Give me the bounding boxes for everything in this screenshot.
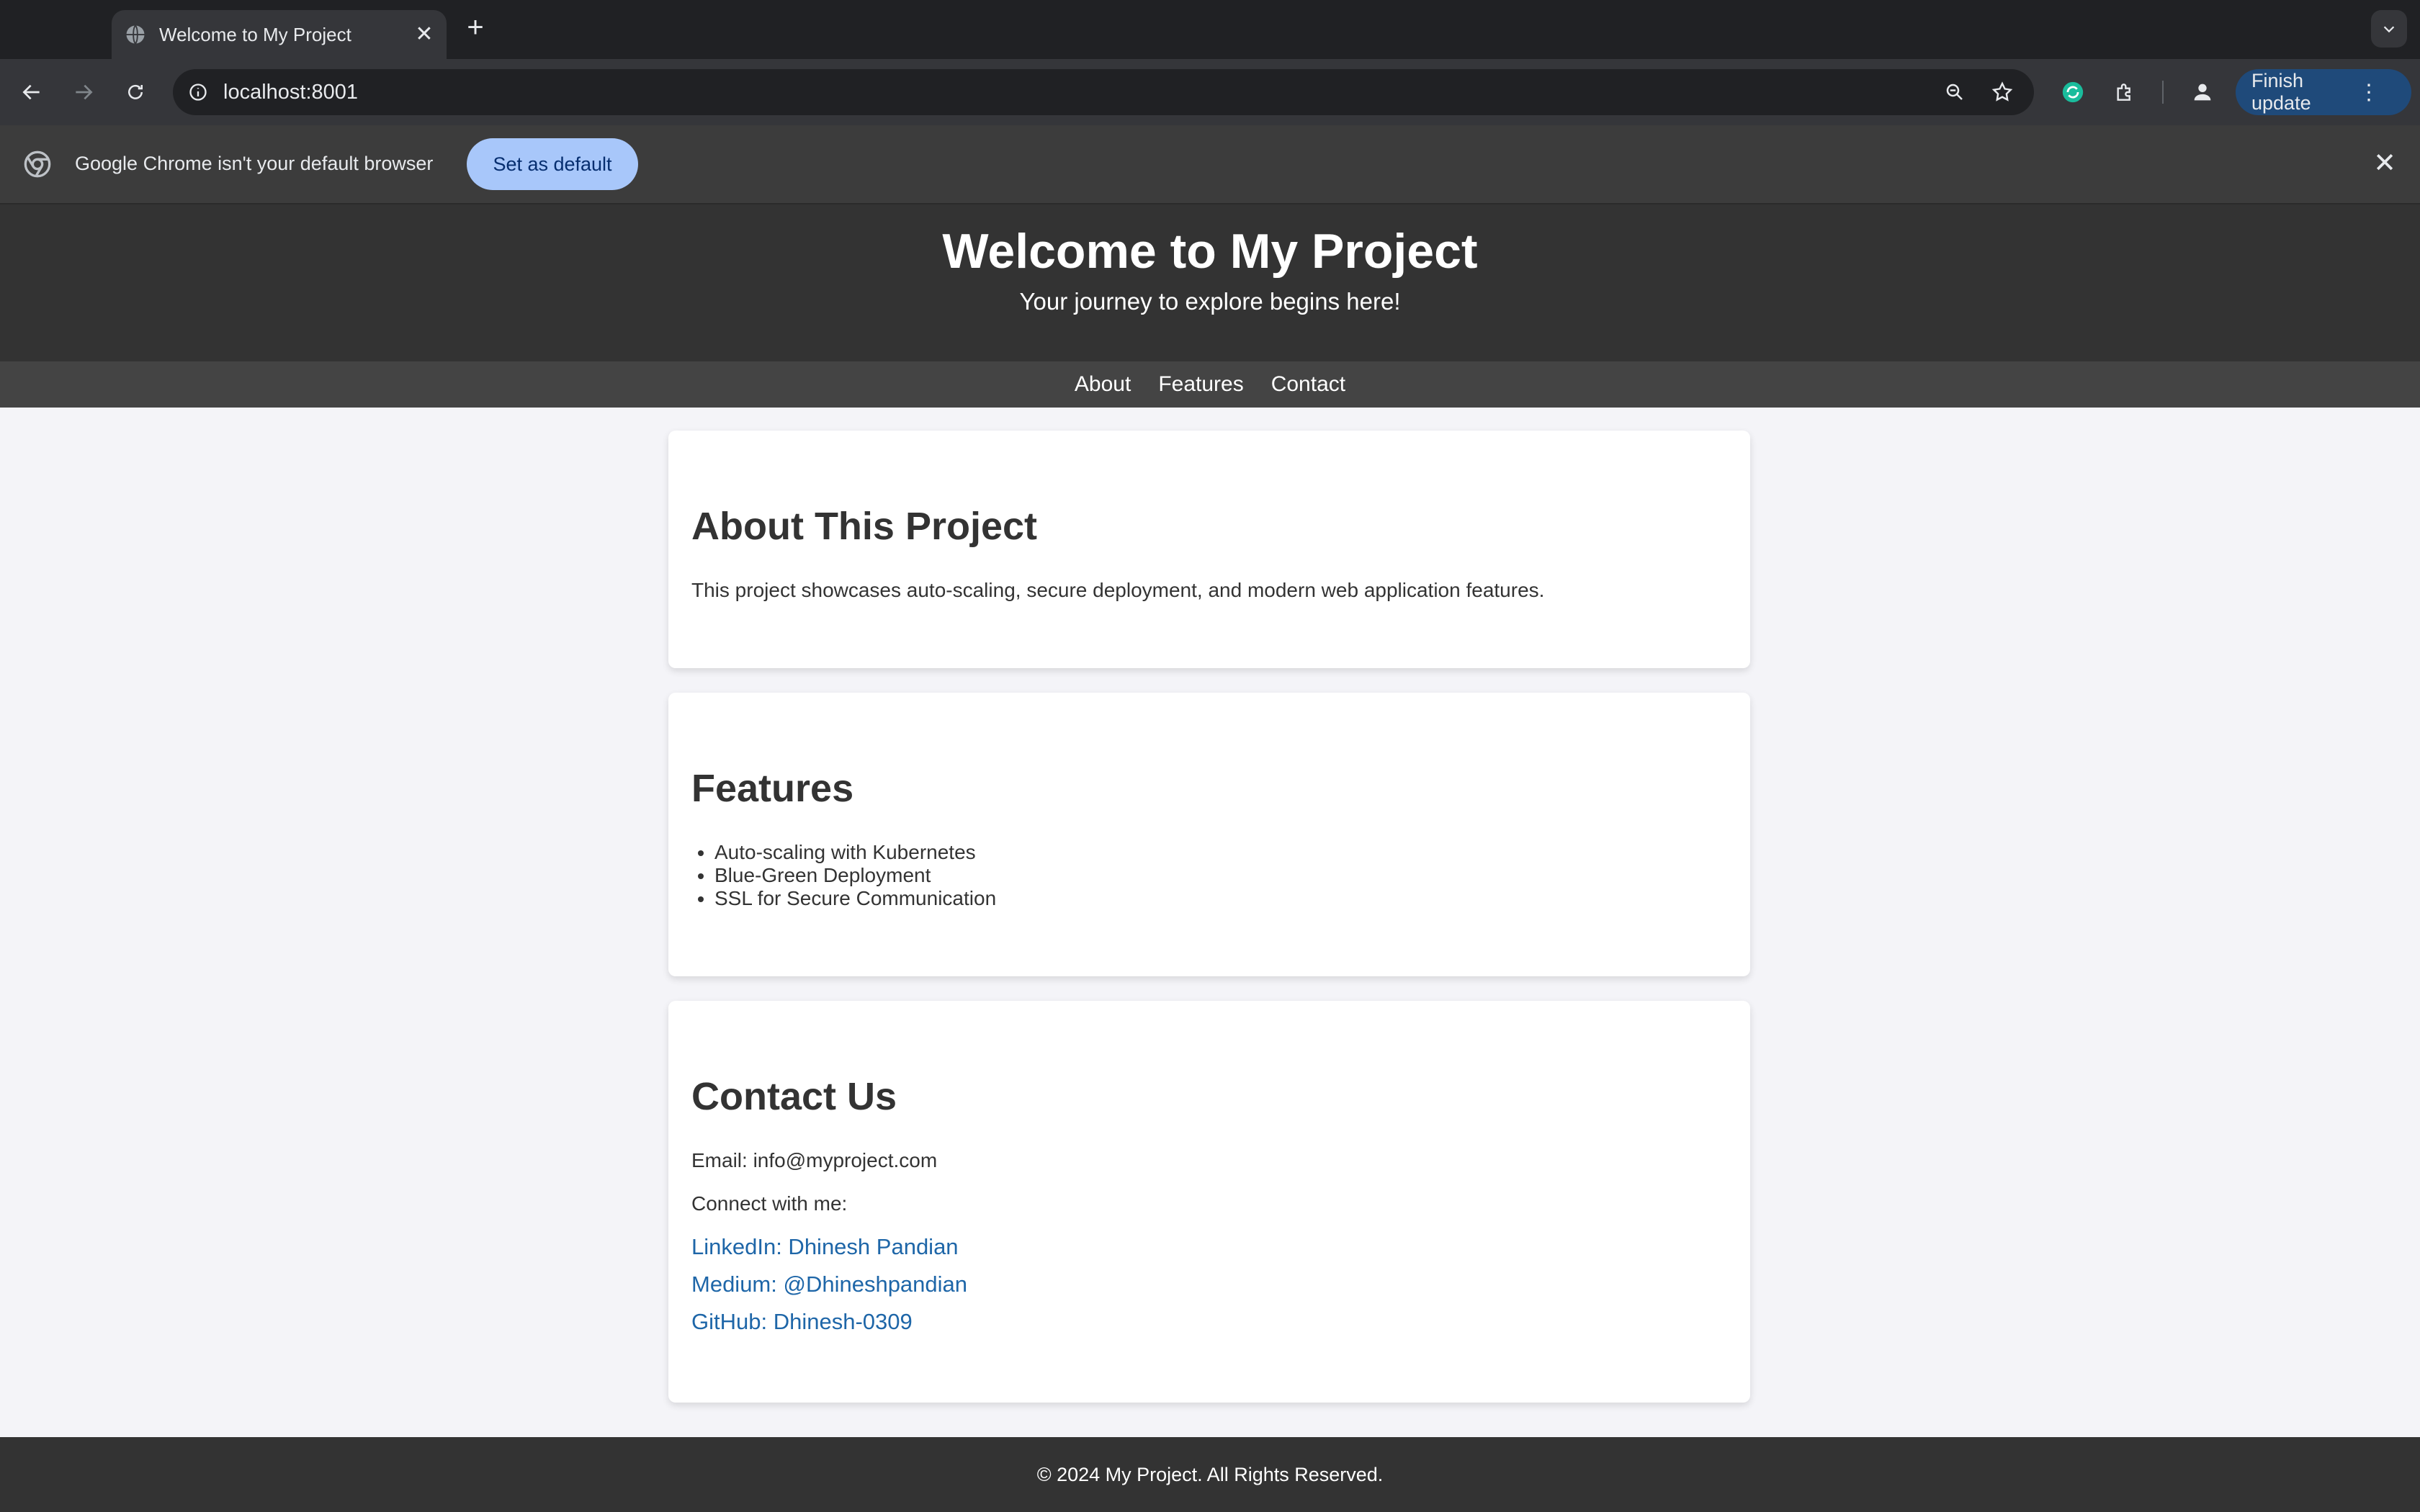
finish-update-label: Finish update — [2251, 70, 2311, 114]
finish-update-button[interactable]: Finish update ⋮ — [2236, 69, 2411, 115]
contact-section: Contact Us Email: info@myproject.com Con… — [668, 1001, 1750, 1403]
about-heading: About This Project — [691, 505, 1038, 548]
about-text: This project showcases auto-scaling, sec… — [691, 579, 1545, 601]
features-heading: Features — [691, 767, 854, 810]
about-section: About This Project This project showcase… — [668, 431, 1750, 668]
puzzle-icon[interactable] — [2107, 75, 2142, 109]
linkedin-link[interactable]: LinkedIn: Dhinesh Pandian — [691, 1234, 959, 1260]
reload-icon[interactable] — [118, 75, 153, 109]
contact-heading: Contact Us — [691, 1075, 897, 1118]
toolbar-divider — [2162, 81, 2164, 104]
profile-icon[interactable] — [2185, 75, 2220, 109]
address-bar[interactable]: localhost:8001 — [173, 69, 2034, 115]
contact-email: Email: info@myproject.com — [691, 1149, 938, 1171]
page-footer: © 2024 My Project. All Rights Reserved. — [0, 1437, 2420, 1512]
back-icon[interactable] — [14, 75, 49, 109]
list-item: Blue-Green Deployment — [714, 864, 996, 887]
browser-tab[interactable]: Welcome to My Project ✕ — [112, 10, 447, 59]
page-header: Welcome to My Project Your journey to ex… — [0, 204, 2420, 361]
list-item: SSL for Secure Communication — [714, 887, 996, 910]
github-link[interactable]: GitHub: Dhinesh-0309 — [691, 1309, 913, 1335]
page-subtitle: Your journey to explore begins here! — [1019, 288, 1401, 315]
set-as-default-button[interactable]: Set as default — [467, 138, 638, 190]
star-icon[interactable] — [1986, 76, 2018, 108]
globe-icon — [126, 24, 145, 45]
more-icon[interactable]: ⋮ — [2335, 80, 2403, 105]
features-list: Auto-scaling with Kubernetes Blue-Green … — [691, 841, 996, 910]
footer-text: © 2024 My Project. All Rights Reserved. — [1036, 1463, 1384, 1485]
nav-link-contact[interactable]: Contact — [1271, 372, 1345, 397]
zoom-icon[interactable] — [1939, 76, 1971, 108]
site-nav: About Features Contact — [0, 361, 2420, 408]
close-icon[interactable]: ✕ — [413, 24, 435, 45]
chrome-icon — [24, 150, 51, 178]
plus-icon[interactable]: + — [461, 13, 490, 42]
close-icon[interactable]: ✕ — [2370, 148, 2400, 179]
nav-link-about[interactable]: About — [1075, 372, 1131, 397]
medium-link[interactable]: Medium: @Dhineshpandian — [691, 1272, 967, 1297]
info-icon[interactable] — [186, 80, 210, 104]
chevron-down-icon[interactable] — [2371, 10, 2407, 48]
extension-icon[interactable] — [2056, 75, 2090, 109]
connect-text: Connect with me: — [691, 1192, 848, 1215]
nav-link-features[interactable]: Features — [1158, 372, 1243, 397]
list-item: Auto-scaling with Kubernetes — [714, 841, 996, 864]
forward-icon[interactable] — [66, 75, 101, 109]
page-title: Welcome to My Project — [942, 224, 1478, 279]
features-section: Features Auto-scaling with Kubernetes Bl… — [668, 693, 1750, 976]
tab-title: Welcome to My Project — [159, 23, 351, 45]
url-text[interactable]: localhost:8001 — [223, 81, 1939, 104]
infobar-message: Google Chrome isn't your default browser — [75, 153, 434, 174]
